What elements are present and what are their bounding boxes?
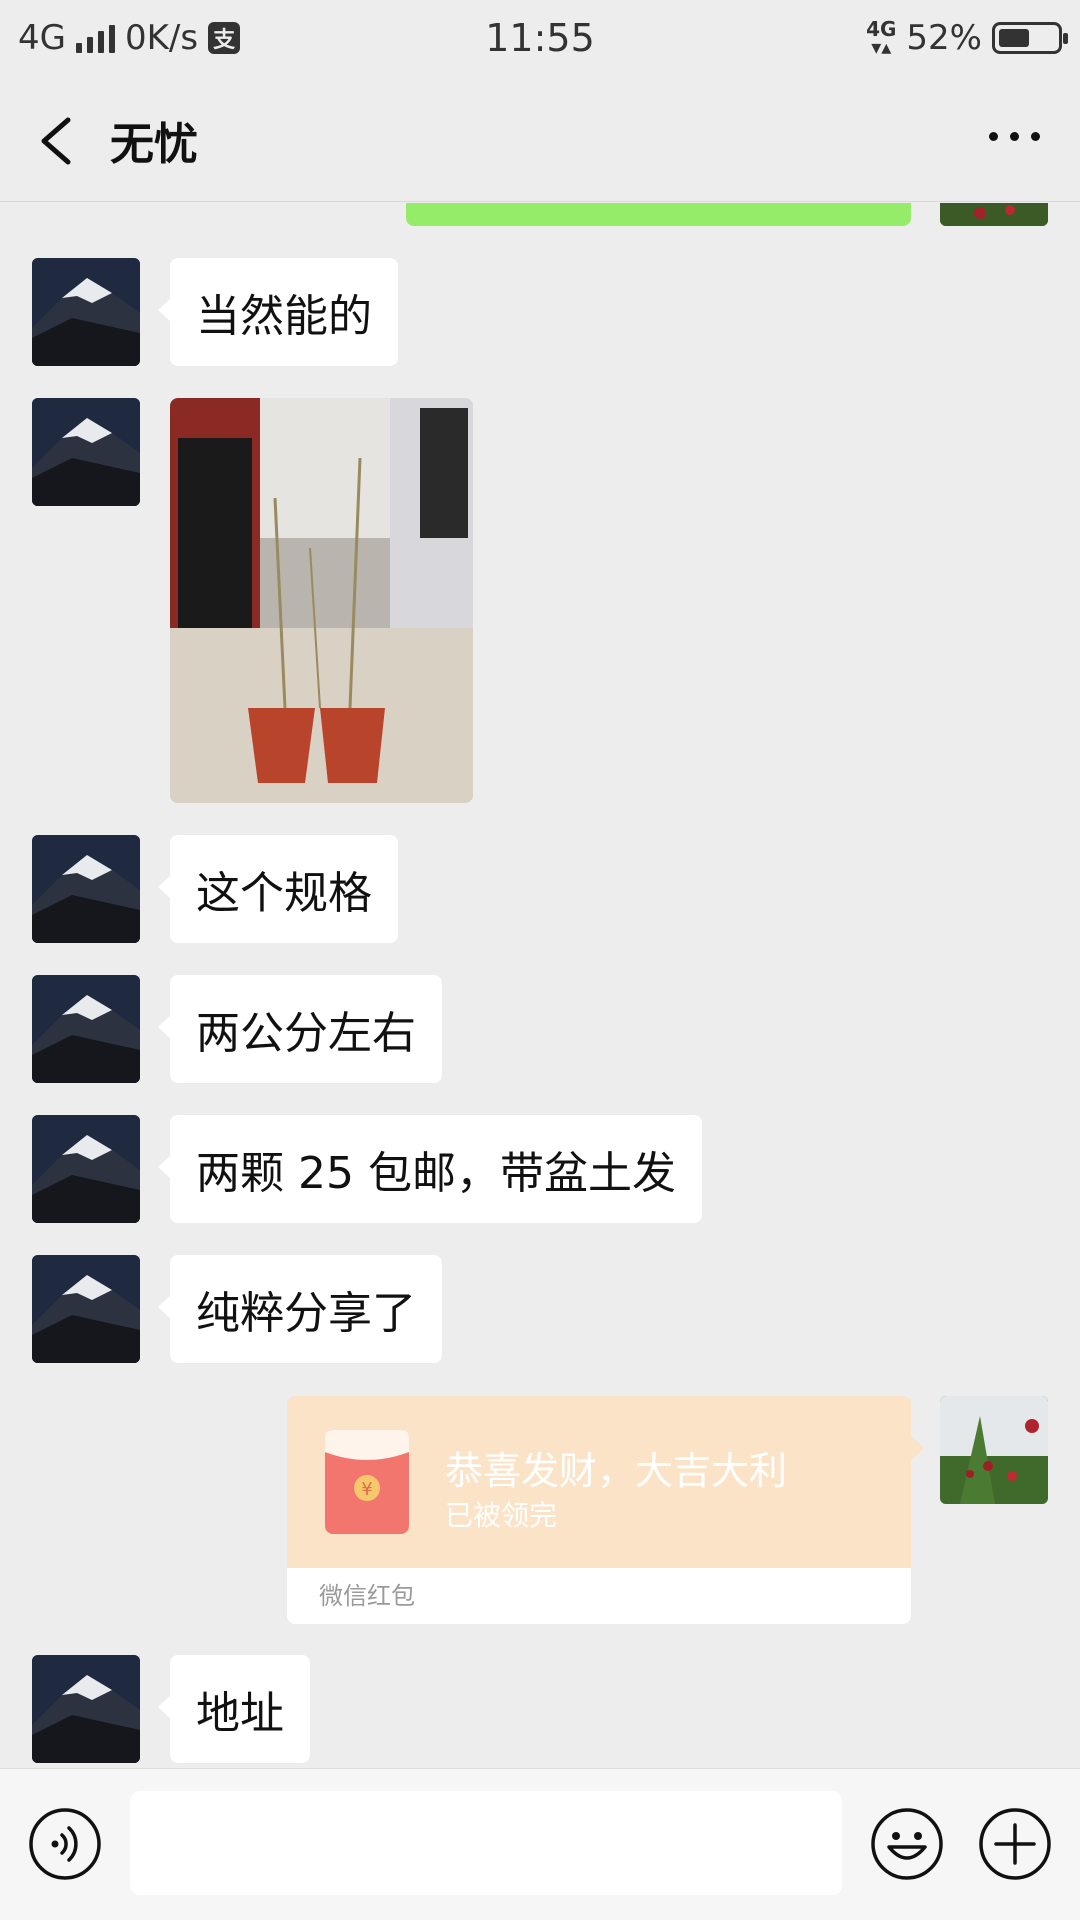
battery-icon [992, 22, 1068, 54]
contact-avatar[interactable] [32, 1255, 140, 1363]
contact-avatar[interactable] [32, 1655, 140, 1763]
more-dots-icon[interactable] [989, 132, 1040, 141]
network-4g-icon: 4G ▾▴ [866, 17, 897, 59]
red-packet-body[interactable]: ¥ 恭喜发财，大吉大利 已被领完 [287, 1396, 924, 1568]
contact-avatar[interactable] [32, 835, 140, 943]
nav-bar: 无忧 [0, 76, 1080, 202]
voice-icon[interactable] [28, 1807, 102, 1881]
plus-icon[interactable] [978, 1807, 1052, 1881]
red-packet-footer: 微信红包 [287, 1568, 911, 1624]
message-bubble[interactable]: 地址 [158, 1655, 310, 1763]
chevron-left-icon[interactable] [36, 116, 80, 166]
red-packet-status: 已被领完 [445, 1499, 558, 1532]
message-list[interactable]: 当然能的 这个规格 两公分左右 两颗 25 包邮，带盆土发 纯粹分享了 ¥ 恭喜… [0, 203, 1080, 1768]
red-packet-card[interactable]: ¥ 恭喜发财，大吉大利 已被领完 微信红包 [287, 1396, 924, 1624]
message-bubble[interactable]: 两公分左右 [158, 975, 442, 1083]
message-bubble[interactable]: 纯粹分享了 [158, 1255, 442, 1363]
message-input[interactable] [130, 1791, 842, 1895]
my-avatar[interactable] [940, 203, 1048, 226]
message-bubble[interactable]: 当然能的 [158, 258, 398, 366]
outgoing-bubble-partial[interactable] [406, 203, 911, 226]
contact-avatar[interactable] [32, 975, 140, 1083]
message-bubble[interactable]: 两颗 25 包邮，带盆土发 [158, 1115, 702, 1223]
chat-title: 无忧 [110, 119, 198, 170]
svg-text:¥: ¥ [361, 1479, 372, 1500]
red-packet-title: 恭喜发财，大吉大利 [445, 1449, 788, 1493]
chat-screen: 4G 0K/s 支 11:55 4G ▾▴ 52% 无忧 当然能的 这个规格 两… [0, 0, 1080, 1920]
contact-avatar[interactable] [32, 1115, 140, 1223]
network-4g-label: 4G [866, 17, 897, 41]
battery-percent: 52% [906, 18, 982, 58]
my-avatar[interactable] [940, 1396, 1048, 1504]
contact-avatar[interactable] [32, 258, 140, 366]
input-bar [0, 1768, 1080, 1920]
contact-avatar[interactable] [32, 398, 140, 506]
status-right: 4G ▾▴ 52% [866, 17, 1068, 59]
message-photo[interactable] [170, 398, 473, 803]
emoji-icon[interactable] [870, 1807, 944, 1881]
battery-fill [999, 29, 1030, 47]
message-bubble[interactable]: 这个规格 [158, 835, 398, 943]
status-bar: 4G 0K/s 支 11:55 4G ▾▴ 52% [0, 0, 1080, 76]
red-packet-icon: ¥ [325, 1430, 409, 1534]
